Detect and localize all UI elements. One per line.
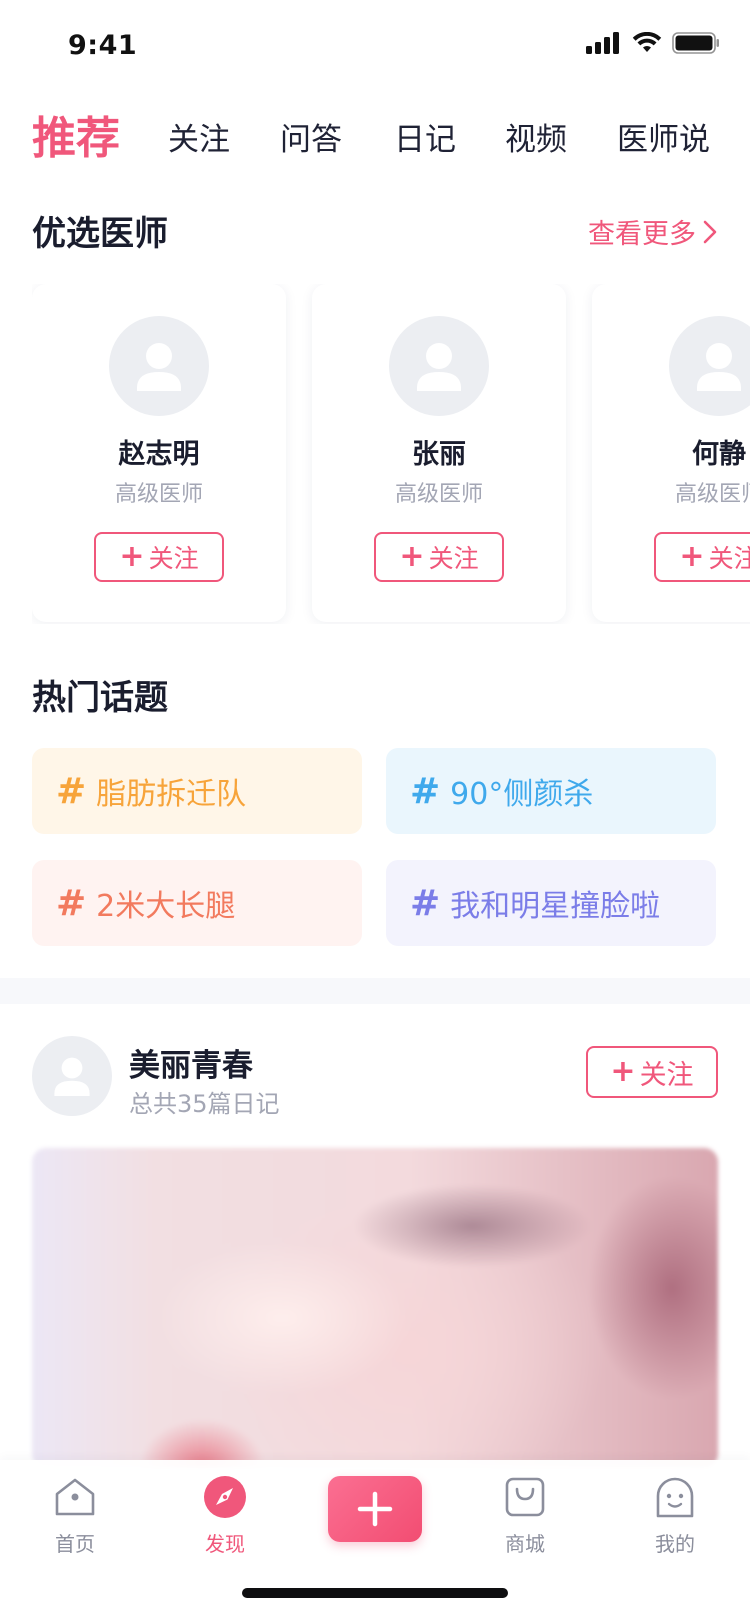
doctor-title: 高级医师 xyxy=(114,482,203,507)
plus-icon xyxy=(357,1491,393,1527)
doctor-name: 赵志明 xyxy=(118,439,200,470)
follow-label: 关注 xyxy=(639,1059,694,1091)
diary-cover-image[interactable] xyxy=(32,1148,718,1468)
status-bar: 9:41 xyxy=(0,0,750,96)
doctor-title: 高级医师 xyxy=(674,482,750,507)
battery-icon xyxy=(672,32,719,54)
user-placeholder-icon xyxy=(54,1057,90,1096)
topic-grid: # 脂肪拆迁队 # 90°侧颜杀 # 2米大长腿 # 我和明星撞脸啦 xyxy=(32,748,718,948)
shopping-bag-icon xyxy=(502,1474,548,1520)
avatar xyxy=(389,316,489,416)
doctor-title: 高级医师 xyxy=(394,482,483,507)
home-indicator[interactable] xyxy=(242,1588,508,1598)
topic-tag[interactable]: # 2米大长腿 xyxy=(32,860,362,946)
follow-button[interactable]: + 关注 xyxy=(586,1046,718,1098)
avatar xyxy=(669,316,750,416)
chevron-right-icon xyxy=(703,220,717,243)
tab-diary[interactable]: 日记 xyxy=(394,114,456,159)
avatar xyxy=(109,316,209,416)
doctor-card[interactable]: 张丽 高级医师 + 关注 xyxy=(312,284,566,622)
diary-post-header: 美丽青春 总共35篇日记 + 关注 xyxy=(32,1036,718,1118)
topics-section-title: 热门话题 xyxy=(32,678,168,718)
follow-label: 关注 xyxy=(708,544,750,573)
doctors-section-header: 优选医师 查看更多 xyxy=(32,206,718,256)
tab-bar-item-discover[interactable]: 发现 xyxy=(180,1474,270,1564)
topic-label: 脂肪拆迁队 xyxy=(96,777,247,812)
compass-icon xyxy=(202,1474,248,1520)
follow-button[interactable]: + 关注 xyxy=(94,532,224,582)
signal-icon xyxy=(586,32,619,54)
plus-icon: + xyxy=(119,539,145,574)
hashtag-icon: # xyxy=(410,882,441,924)
follow-button[interactable]: + 关注 xyxy=(374,532,504,582)
topic-tag[interactable]: # 90°侧颜杀 xyxy=(386,748,716,834)
doctor-name: 何静 xyxy=(692,439,746,470)
tab-bar-label: 首页 xyxy=(55,1532,95,1556)
doctor-carousel[interactable]: 赵志明 高级医师 + 关注 张丽 高级医师 + 关注 何静 高级医师 xyxy=(32,284,750,624)
tab-bar-label: 发现 xyxy=(205,1532,245,1556)
tab-bar-item-mine[interactable]: 我的 xyxy=(630,1474,720,1564)
follow-button[interactable]: + 关注 xyxy=(654,532,750,582)
status-time: 9:41 xyxy=(68,30,138,61)
tab-bar-label: 商城 xyxy=(505,1532,545,1556)
doctors-section-title: 优选医师 xyxy=(32,214,168,254)
tab-recommend[interactable]: 推荐 xyxy=(32,102,120,166)
tab-bar-label: 我的 xyxy=(655,1532,695,1556)
tab-video[interactable]: 视频 xyxy=(505,114,567,159)
status-icons xyxy=(586,32,720,54)
diary-user-name[interactable]: 美丽青春 xyxy=(129,1040,253,1085)
see-more-link[interactable]: 查看更多 xyxy=(588,212,718,251)
tab-bar-item-home[interactable]: 首页 xyxy=(30,1474,120,1564)
topic-label: 90°侧颜杀 xyxy=(450,777,594,812)
plus-icon: + xyxy=(610,1054,636,1089)
hashtag-icon: # xyxy=(56,882,87,924)
bottom-tab-bar: 首页 发现 商城 我的 xyxy=(0,1460,750,1624)
face-icon xyxy=(652,1474,698,1520)
home-icon xyxy=(52,1474,98,1520)
topic-label: 2米大长腿 xyxy=(96,889,236,924)
tab-doctor-says[interactable]: 医师说 xyxy=(617,114,710,159)
section-divider xyxy=(0,978,750,1004)
doctor-card[interactable]: 何静 高级医师 + 关注 xyxy=(592,284,750,622)
follow-label: 关注 xyxy=(148,544,199,573)
user-placeholder-icon xyxy=(697,343,741,391)
tab-follow[interactable]: 关注 xyxy=(168,114,230,159)
topics-section-header: 热门话题 xyxy=(32,670,718,720)
plus-icon: + xyxy=(679,539,705,574)
topic-tag[interactable]: # 我和明星撞脸啦 xyxy=(386,860,716,946)
user-placeholder-icon xyxy=(417,343,461,391)
hashtag-icon: # xyxy=(410,770,441,812)
see-more-label: 查看更多 xyxy=(588,219,696,250)
publish-button[interactable] xyxy=(328,1476,422,1542)
hashtag-icon: # xyxy=(56,770,87,812)
diary-count: 总共35篇日记 xyxy=(129,1090,280,1118)
tab-qa[interactable]: 问答 xyxy=(280,114,342,159)
follow-label: 关注 xyxy=(428,544,479,573)
wifi-icon xyxy=(632,32,662,52)
user-placeholder-icon xyxy=(137,343,181,391)
plus-icon: + xyxy=(399,539,425,574)
doctor-card[interactable]: 赵志明 高级医师 + 关注 xyxy=(32,284,286,622)
topic-label: 我和明星撞脸啦 xyxy=(450,889,661,924)
avatar[interactable] xyxy=(32,1036,112,1116)
tab-bar-item-mall[interactable]: 商城 xyxy=(480,1474,570,1564)
topic-tag[interactable]: # 脂肪拆迁队 xyxy=(32,748,362,834)
doctor-name: 张丽 xyxy=(412,439,466,470)
top-nav-tabs: 推荐 关注 问答 日记 视频 医师说 xyxy=(0,100,750,170)
